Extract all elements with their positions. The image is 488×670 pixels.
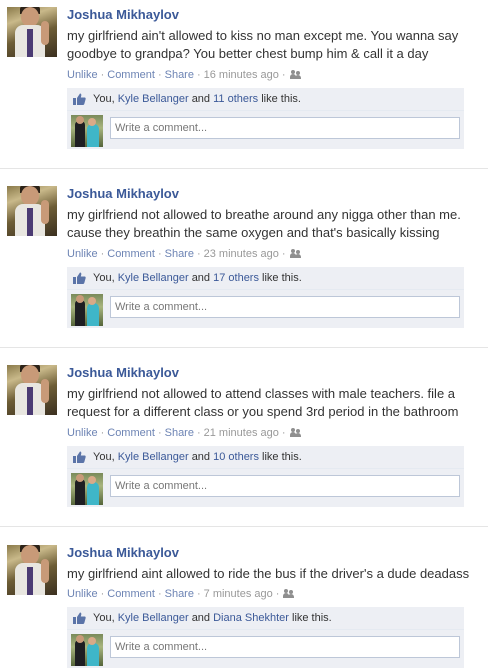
comment-input[interactable]	[110, 296, 460, 318]
liker-link[interactable]: Kyle Bellanger	[118, 451, 189, 463]
liker-link[interactable]: Kyle Bellanger	[118, 272, 189, 284]
story-divider	[0, 526, 488, 527]
viewer-avatar	[71, 294, 103, 326]
comment-input[interactable]	[110, 117, 460, 139]
comment-input[interactable]	[110, 636, 460, 658]
feed-story: Joshua Mikhaylov my girlfriend ain't all…	[0, 7, 488, 169]
feed-story: Joshua Mikhaylov my girlfriend not allow…	[0, 365, 488, 527]
post-actions: Unlike · Comment · Share · 21 minutes ago ·	[67, 427, 302, 439]
author-avatar[interactable]	[7, 186, 57, 236]
likes-and: and	[191, 612, 211, 624]
unlike-link[interactable]: Unlike	[67, 69, 98, 81]
unlike-link[interactable]: Unlike	[67, 588, 98, 600]
story-divider	[0, 347, 488, 348]
comment-link[interactable]: Comment	[107, 427, 155, 439]
share-link[interactable]: Share	[165, 588, 194, 600]
friends-audience-icon[interactable]	[283, 589, 295, 598]
share-link[interactable]: Share	[165, 427, 194, 439]
share-link[interactable]: Share	[165, 69, 194, 81]
comment-composer	[67, 630, 464, 668]
thumbs-up-icon	[73, 272, 86, 284]
post-actions: Unlike · Comment · Share · 16 minutes ago ·	[67, 69, 302, 81]
comment-link[interactable]: Comment	[107, 69, 155, 81]
viewer-avatar	[71, 634, 103, 666]
thumbs-up-icon	[73, 93, 86, 105]
post-timestamp[interactable]: 21 minutes ago	[204, 427, 279, 439]
comment-composer	[67, 111, 464, 149]
comment-composer	[67, 290, 464, 328]
likes-summary: You, Kyle Bellanger and Diana Shekhter l…	[67, 607, 464, 630]
friends-audience-icon[interactable]	[289, 428, 302, 437]
likes-summary: You, Kyle Bellanger and 10 others like t…	[67, 446, 464, 469]
likes-summary: You, Kyle Bellanger and 17 others like t…	[67, 267, 464, 290]
likes-you: You,	[93, 93, 115, 105]
thumbs-up-icon	[73, 612, 86, 624]
post-message: my girlfriend not allowed to attend clas…	[67, 386, 459, 419]
post-message: my girlfriend not allowed to breathe aro…	[67, 207, 461, 240]
comment-input[interactable]	[110, 475, 460, 497]
likes-and: and	[191, 272, 211, 284]
friends-audience-icon[interactable]	[289, 249, 302, 258]
share-link[interactable]: Share	[165, 248, 194, 260]
others-link[interactable]: 17 others	[213, 272, 259, 284]
post-timestamp[interactable]: 23 minutes ago	[204, 248, 279, 260]
author-name[interactable]: Joshua Mikhaylov	[67, 186, 179, 201]
post-actions: Unlike · Comment · Share · 23 minutes ago ·	[67, 248, 302, 260]
comment-link[interactable]: Comment	[107, 588, 155, 600]
liker-link[interactable]: Kyle Bellanger	[118, 612, 189, 624]
author-avatar[interactable]	[7, 7, 57, 57]
likes-suffix: like this.	[261, 93, 301, 105]
likes-you: You,	[93, 451, 115, 463]
others-link[interactable]: Diana Shekhter	[213, 612, 289, 624]
unlike-link[interactable]: Unlike	[67, 427, 98, 439]
post-timestamp[interactable]: 16 minutes ago	[204, 69, 279, 81]
post-message: my girlfriend aint allowed to ride the b…	[67, 566, 470, 581]
likes-and: and	[191, 451, 211, 463]
comment-link[interactable]: Comment	[107, 248, 155, 260]
likes-summary: You, Kyle Bellanger and 11 others like t…	[67, 88, 464, 111]
author-name[interactable]: Joshua Mikhaylov	[67, 7, 179, 22]
likes-you: You,	[93, 612, 115, 624]
likes-suffix: like this.	[262, 451, 302, 463]
story-divider	[0, 168, 488, 169]
friends-audience-icon[interactable]	[289, 70, 302, 79]
likes-you: You,	[93, 272, 115, 284]
others-link[interactable]: 10 others	[213, 451, 259, 463]
liker-link[interactable]: Kyle Bellanger	[118, 93, 189, 105]
feed-story: Joshua Mikhaylov my girlfriend not allow…	[0, 186, 488, 348]
author-avatar[interactable]	[7, 545, 57, 595]
author-name[interactable]: Joshua Mikhaylov	[67, 545, 179, 560]
post-timestamp[interactable]: 7 minutes ago	[204, 588, 273, 600]
comment-composer	[67, 469, 464, 507]
others-link[interactable]: 11 others	[213, 93, 258, 105]
likes-suffix: like this.	[262, 272, 302, 284]
likes-and: and	[191, 93, 211, 105]
viewer-avatar	[71, 115, 103, 147]
post-actions: Unlike · Comment · Share · 7 minutes ago ·	[67, 588, 295, 600]
feed-story: Joshua Mikhaylov my girlfriend aint allo…	[0, 545, 488, 670]
post-message: my girlfriend ain't allowed to kiss no m…	[67, 28, 459, 61]
thumbs-up-icon	[73, 451, 86, 463]
author-name[interactable]: Joshua Mikhaylov	[67, 365, 179, 380]
likes-suffix: like this.	[292, 612, 332, 624]
viewer-avatar	[71, 473, 103, 505]
unlike-link[interactable]: Unlike	[67, 248, 98, 260]
author-avatar[interactable]	[7, 365, 57, 415]
